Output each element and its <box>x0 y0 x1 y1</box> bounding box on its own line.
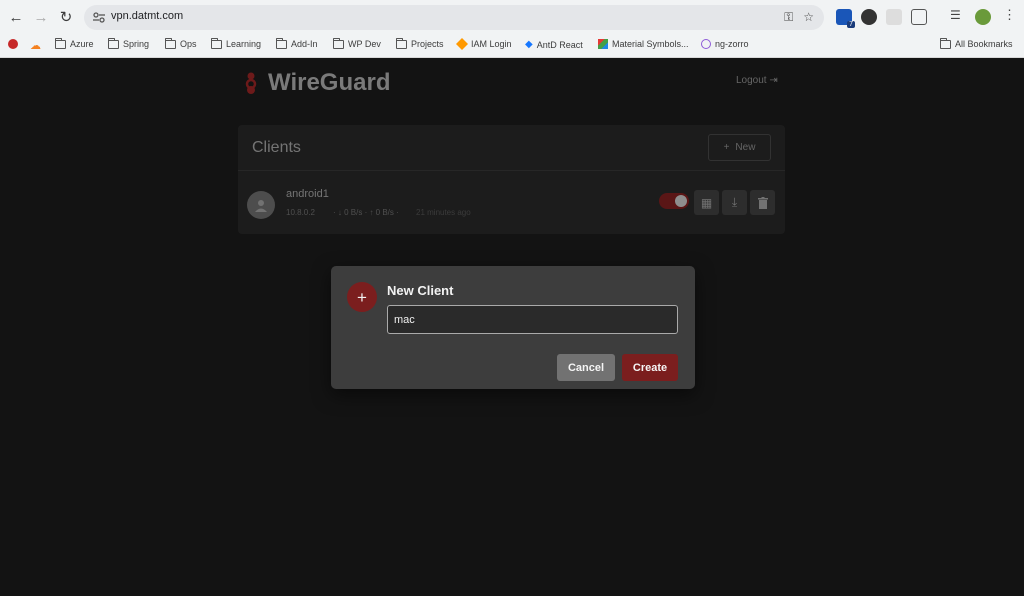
browser-toolbar: ← → ↻ vpn.datmt.com ⚿ ☆ 7 ☰ ⋮ <box>0 0 1024 34</box>
aws-cube-icon <box>455 37 469 51</box>
bookmark-star-icon[interactable]: ☆ <box>803 10 814 25</box>
bookmarks-bar: ☁ Azure Spring Ops Learning Add-In WP De… <box>0 34 1024 58</box>
bookmark-projects[interactable]: Projects <box>396 37 444 49</box>
plus-icon: + <box>723 142 730 153</box>
client-ip: 10.8.0.2 <box>286 208 315 217</box>
client-transfer-stats: · ↓ 0 B/s · ↑ 0 B/s · <box>333 208 399 217</box>
site-settings-icon[interactable] <box>92 11 106 24</box>
address-bar[interactable]: vpn.datmt.com ⚿ ☆ <box>84 5 824 30</box>
bookmark-antd-react[interactable]: ◆ AntD React <box>525 39 583 50</box>
client-enable-toggle[interactable] <box>659 193 689 209</box>
bookmark-wp-dev[interactable]: WP Dev <box>333 37 381 49</box>
client-avatar <box>247 191 275 219</box>
user-icon <box>255 200 267 212</box>
folder-icon <box>55 37 66 49</box>
all-bookmarks[interactable]: All Bookmarks <box>940 37 1013 49</box>
download-config-button[interactable]: ⤓ <box>722 190 747 215</box>
bookmark-iam-login[interactable]: IAM Login <box>455 37 512 51</box>
client-name: android1 <box>286 188 329 200</box>
bookmark-learning[interactable]: Learning <box>211 37 261 49</box>
folder-icon <box>108 37 119 49</box>
bookmark-add-in[interactable]: Add-In <box>276 37 318 49</box>
folder-icon <box>333 37 344 49</box>
clients-card: Clients + New android1 10.8.0.2 · ↓ 0 B/… <box>238 125 785 234</box>
folder-icon <box>396 37 407 49</box>
create-button[interactable]: Create <box>622 354 678 381</box>
bookmark-red-app[interactable] <box>8 39 18 49</box>
dialog-title: New Client <box>387 283 454 298</box>
bookmark-material-symbols[interactable]: Material Symbols... <box>598 39 689 49</box>
client-last-seen: 21 minutes ago <box>416 208 471 217</box>
new-client-button[interactable]: + New <box>708 134 771 161</box>
panda-extension-icon[interactable] <box>861 9 877 25</box>
logout-link[interactable]: Logout ⇥ <box>736 75 778 86</box>
ng-zorro-icon <box>701 39 711 49</box>
page-content: WireGuard Logout ⇥ Clients + New android… <box>0 59 1024 596</box>
client-name-input[interactable] <box>387 305 678 334</box>
trash-icon <box>757 196 768 209</box>
toggle-knob <box>675 195 687 207</box>
antd-icon: ◆ <box>525 39 533 50</box>
download-icon: ⤓ <box>731 195 738 209</box>
extension-badge: 7 <box>847 21 855 28</box>
forward-icon[interactable]: → <box>30 6 52 28</box>
new-client-dialog: + New Client Cancel Create <box>331 266 695 389</box>
delete-client-button[interactable] <box>750 190 775 215</box>
wireguard-dragon-icon <box>245 72 257 94</box>
menu-kebab-icon[interactable]: ⋮ <box>1003 7 1019 23</box>
reading-list-icon[interactable]: ☰ <box>950 8 966 24</box>
extension-icon[interactable]: 7 <box>836 9 855 28</box>
bookmark-cloud[interactable]: ☁ <box>30 39 41 52</box>
password-key-icon[interactable]: ⚿ <box>784 10 793 25</box>
folder-icon <box>165 37 176 49</box>
bookmark-ops[interactable]: Ops <box>165 37 197 49</box>
bookmark-ng-zorro[interactable]: ng-zorro <box>701 39 749 49</box>
app-logo: WireGuard <box>244 69 390 97</box>
qr-code-icon: ▦ <box>700 195 713 210</box>
app-icon <box>8 39 18 49</box>
clients-title: Clients <box>252 139 301 156</box>
reload-icon[interactable]: ↻ <box>55 6 77 28</box>
folder-icon <box>211 37 222 49</box>
logout-icon: ⇥ <box>769 75 778 86</box>
cancel-button[interactable]: Cancel <box>557 354 615 381</box>
profile-avatar[interactable] <box>975 9 991 25</box>
app-title: WireGuard <box>268 69 391 96</box>
clients-card-header: Clients + New <box>238 125 785 171</box>
extensions-puzzle-icon[interactable] <box>911 9 927 25</box>
url-text: vpn.datmt.com <box>111 10 184 22</box>
plus-circle-icon: + <box>347 282 377 312</box>
folder-icon <box>276 37 287 49</box>
cloudflare-icon: ☁ <box>30 40 41 52</box>
back-icon[interactable]: ← <box>5 6 27 28</box>
folder-icon <box>940 37 951 49</box>
blank-extension-icon[interactable] <box>886 9 902 25</box>
bookmark-azure[interactable]: Azure <box>55 37 94 49</box>
show-qr-button[interactable]: ▦ <box>694 190 719 215</box>
bookmark-spring[interactable]: Spring <box>108 37 149 49</box>
material-icon <box>598 39 608 49</box>
